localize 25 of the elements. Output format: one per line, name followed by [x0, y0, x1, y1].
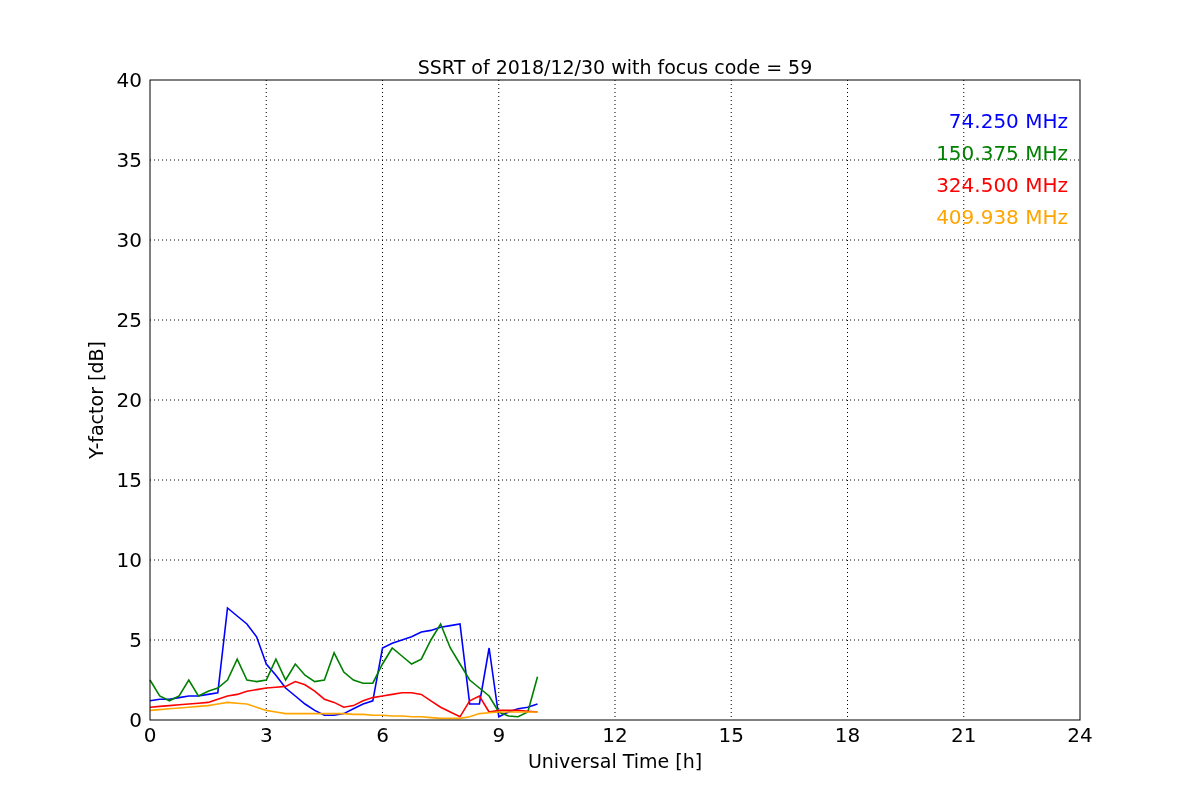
x-tick-label: 15 — [718, 723, 744, 747]
legend-label: 150.375 MHz — [936, 141, 1068, 165]
x-tick-label: 24 — [1067, 723, 1093, 747]
y-axis-label: Y-factor [dB] — [85, 341, 107, 459]
x-tick-label: 0 — [143, 723, 157, 747]
legend-label: 74.250 MHz — [948, 109, 1068, 133]
chart-title: SSRT of 2018/12/30 with focus code = 59 — [417, 56, 813, 78]
y-tick-label: 25 — [116, 308, 142, 332]
x-tick-label: 18 — [834, 723, 861, 747]
legend-label: 324.500 MHz — [936, 173, 1068, 197]
x-tick-label: 12 — [602, 723, 628, 747]
x-tick-label: 6 — [376, 723, 389, 747]
y-tick-label: 30 — [116, 228, 142, 252]
y-tick-label: 5 — [129, 628, 142, 652]
legend-label: 409.938 MHz — [936, 205, 1068, 229]
y-tick-label: 0 — [129, 708, 142, 732]
x-axis-label: Universal Time [h] — [527, 750, 703, 772]
y-tick-label: 15 — [116, 468, 142, 492]
x-tick-label: 21 — [951, 723, 977, 747]
y-tick-label: 10 — [116, 548, 142, 572]
x-tick-label: 3 — [259, 723, 273, 747]
x-tick-label: 9 — [492, 723, 506, 747]
y-tick-label: 20 — [116, 388, 142, 412]
y-tick-label: 35 — [116, 148, 142, 172]
y-tick-label: 40 — [116, 68, 142, 92]
